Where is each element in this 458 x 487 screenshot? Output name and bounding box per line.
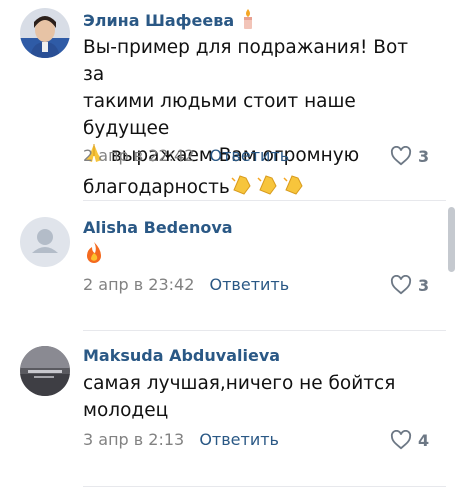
comment-meta: 2 апр в 22:42 Ответить <box>83 146 289 165</box>
heart-icon <box>390 430 412 450</box>
like-count: 4 <box>418 430 430 450</box>
comment-date[interactable]: 3 апр в 2:13 <box>83 430 184 449</box>
heart-icon <box>390 146 412 166</box>
comment-author[interactable]: Элина Шафеева <box>83 9 256 33</box>
comment-date[interactable]: 2 апр в 22:42 <box>83 146 194 165</box>
like-count: 3 <box>418 275 430 295</box>
like-button[interactable]: 3 <box>390 146 435 166</box>
comment-item: Maksuda Abduvalieva самая лучшая,ничего … <box>0 331 446 487</box>
heart-icon <box>390 275 412 295</box>
scrollbar-thumb[interactable] <box>448 207 455 272</box>
comment-text <box>83 241 433 273</box>
avatar[interactable] <box>20 346 70 396</box>
like-count: 3 <box>418 146 430 166</box>
comment-text: самая лучшая,ничего не бойтся молодец <box>83 373 396 421</box>
comment-author[interactable]: Alisha Bedenova <box>83 218 233 237</box>
reply-button[interactable]: Ответить <box>210 146 290 165</box>
comment-item: Alisha Bedenova 2 апр в 23:42 Ответить 3 <box>0 201 446 331</box>
avatar[interactable] <box>20 217 70 267</box>
reply-button[interactable]: Ответить <box>210 275 290 294</box>
comment-author[interactable]: Maksuda Abduvalieva <box>83 346 280 365</box>
avatar[interactable] <box>20 8 70 58</box>
candle-icon <box>240 9 256 33</box>
comment-meta: 3 апр в 2:13 Ответить <box>83 430 279 449</box>
comment-item: Элина Шафеева Вы-пример для подражания! … <box>0 0 446 201</box>
like-button[interactable]: 3 <box>390 275 435 295</box>
like-button[interactable]: 4 <box>390 430 435 450</box>
comment-meta: 2 апр в 23:42 Ответить <box>83 275 289 294</box>
reply-button[interactable]: Ответить <box>199 430 279 449</box>
fire-icon <box>83 241 105 273</box>
comment-text: Вы-пример для подражания! Вот за такими … <box>83 34 433 204</box>
comment-date[interactable]: 2 апр в 23:42 <box>83 275 194 294</box>
